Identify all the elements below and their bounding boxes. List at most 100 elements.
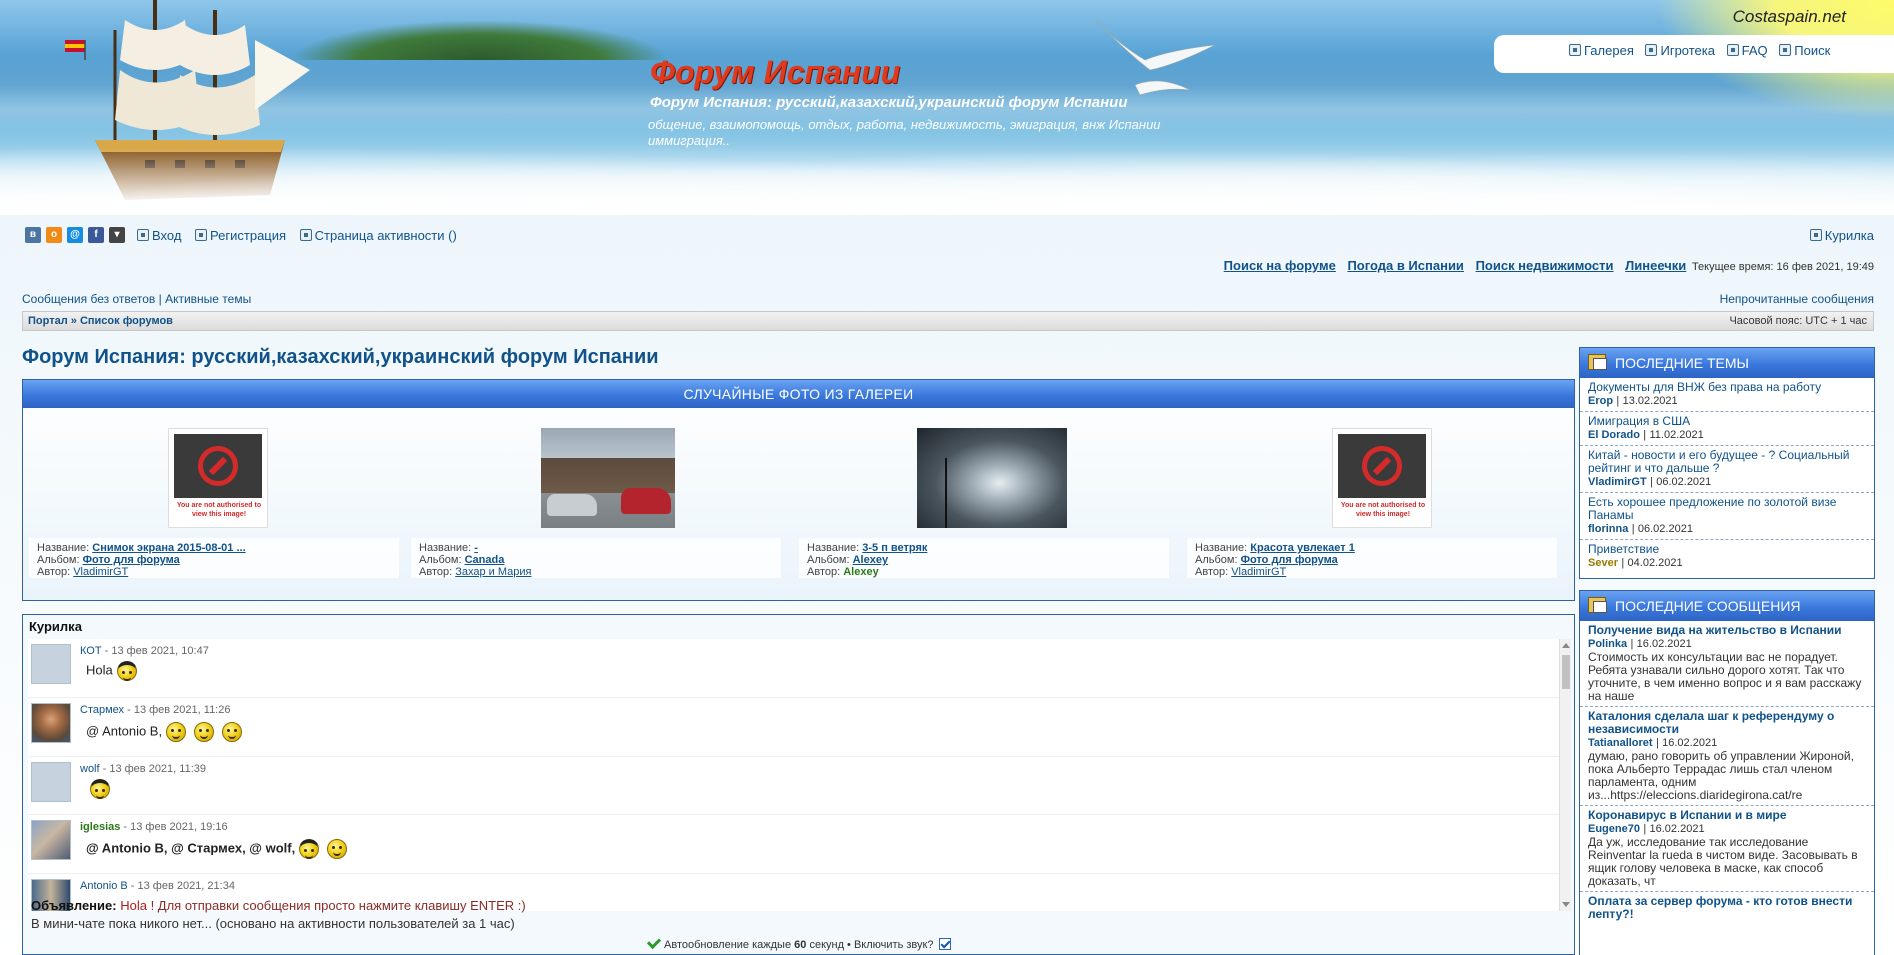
author-link[interactable]: VladimirGT xyxy=(73,566,128,578)
message-author[interactable]: wolf xyxy=(80,763,100,775)
games-link[interactable]: Игротека xyxy=(1660,43,1715,58)
author-link[interactable]: VladimirGT xyxy=(1231,566,1286,578)
message-body: Hola xyxy=(86,661,141,681)
photo-name-link[interactable]: Снимок экрана 2015-08-01 ... xyxy=(92,542,245,554)
post-title-link[interactable]: Коронавирус в Испании и в мире xyxy=(1588,809,1866,822)
album-link[interactable]: Alexey xyxy=(853,554,888,566)
gallery-thumbnail[interactable] xyxy=(917,428,1067,528)
post-title-link[interactable]: Оплата за сервер форума - кто готов внес… xyxy=(1588,895,1866,921)
realty-search-link[interactable]: Поиск недвижимости xyxy=(1476,258,1614,273)
avatar[interactable] xyxy=(31,820,71,860)
post-title-link[interactable]: Каталония сделала шаг к референдуму о не… xyxy=(1588,710,1866,736)
mail-icon[interactable]: @ xyxy=(67,227,83,243)
avatar[interactable] xyxy=(31,762,71,802)
post-author[interactable]: Polinka xyxy=(1588,638,1627,650)
topic-author[interactable]: Erop xyxy=(1588,395,1613,407)
post-title-link[interactable]: Получение вида на жительство в Испании xyxy=(1588,624,1866,637)
dropdown-icon[interactable]: ▾ xyxy=(109,227,125,243)
avatar[interactable] xyxy=(31,644,71,684)
latest-posts-title: ПОСЛЕДНИЕ СООБЩЕНИЯ xyxy=(1615,598,1801,614)
unread-posts-link[interactable]: Непрочитанные сообщения xyxy=(1720,292,1874,306)
sound-checkbox[interactable] xyxy=(938,938,951,950)
page-title[interactable]: Форум Испания: русский,казахский,украинс… xyxy=(22,346,659,369)
scroll-up-icon[interactable] xyxy=(1562,643,1570,648)
gallery-caption: Название: Снимок экрана 2015-08-01 ... А… xyxy=(29,538,399,578)
check-icon xyxy=(646,934,662,950)
scroll-down-icon[interactable] xyxy=(1562,902,1570,907)
chat-scrollbar[interactable] xyxy=(1559,639,1571,911)
photo-name-link[interactable]: - xyxy=(474,542,478,554)
post-item: Коронавирус в Испании и в мире Eugene70 … xyxy=(1580,806,1874,892)
message-meta: Стармех - 13 фев 2021, 11:26 xyxy=(80,704,230,716)
scroll-thumb[interactable] xyxy=(1562,655,1570,689)
author-link[interactable]: Захар и Мария xyxy=(455,566,531,578)
topic-title-link[interactable]: Есть хорошее предложение по золотой визе… xyxy=(1588,496,1866,522)
topic-author[interactable]: VladimirGT xyxy=(1588,476,1647,488)
search-link[interactable]: Поиск xyxy=(1794,43,1830,58)
car-shape xyxy=(621,488,671,514)
message-author[interactable]: Стармех xyxy=(80,704,124,716)
post-date: 16.02.2021 xyxy=(1636,638,1692,650)
register-link[interactable]: Регистрация xyxy=(210,228,286,243)
message-body xyxy=(86,779,114,799)
timezone-label: Часовой пояс: UTC + 1 час xyxy=(1729,315,1867,327)
photo-name-link[interactable]: 3-5 п ветряк xyxy=(862,542,927,554)
latest-posts-panel: ПОСЛЕДНИЕ СООБЩЕНИЯ Получение вида на жи… xyxy=(1579,590,1875,955)
album-link[interactable]: Фото для форума xyxy=(83,554,180,566)
posts-icon xyxy=(1588,597,1607,613)
topic-title-link[interactable]: Приветствие xyxy=(1588,543,1866,556)
login-link[interactable]: Вход xyxy=(152,228,181,243)
topic-item: Приветствие Sever | 04.02.2021 xyxy=(1580,540,1874,573)
topics-icon xyxy=(1588,354,1607,370)
breadcrumb-portal[interactable]: Портал xyxy=(28,315,68,327)
photo-name-link[interactable]: Красота увлекает 1 xyxy=(1250,542,1355,554)
post-author[interactable]: Tatianalloret xyxy=(1588,737,1653,749)
site-title[interactable]: Форум Испании xyxy=(650,54,900,91)
announce-text: ! Для отправки сообщения просто нажмите … xyxy=(146,898,526,913)
gallery-caption: Название: 3-5 п ветряк Альбом: Alexey Ав… xyxy=(799,538,1169,578)
avatar[interactable] xyxy=(31,703,71,743)
gallery-thumbnail[interactable] xyxy=(541,428,675,528)
facebook-icon[interactable]: f xyxy=(88,227,104,243)
message-text: @ Antonio B, xyxy=(86,723,163,739)
shoutbox-messages[interactable]: КОТ - 13 фев 2021, 10:47 Hola Стармех - … xyxy=(28,639,1571,911)
tickers-link[interactable]: Линеечки xyxy=(1625,258,1686,273)
author-link[interactable]: Alexey xyxy=(843,566,878,578)
gallery-item: Название: 3-5 п ветряк Альбом: Alexey Ав… xyxy=(799,408,1179,600)
weather-link[interactable]: Погода в Испании xyxy=(1347,258,1464,273)
faq-link[interactable]: FAQ xyxy=(1742,43,1768,58)
message-author[interactable]: Antonio B xyxy=(80,880,128,892)
gallery-link[interactable]: Галерея xyxy=(1584,43,1634,58)
topic-author[interactable]: El Dorado xyxy=(1588,429,1640,441)
brand-logo[interactable]: Costaspain.net xyxy=(1733,7,1846,27)
breadcrumb-forum-list[interactable]: Список форумов xyxy=(80,315,173,327)
message-meta: КОТ - 13 фев 2021, 10:47 xyxy=(80,645,209,657)
gallery-thumbnail[interactable]: You are not authorised to view this imag… xyxy=(1332,428,1432,528)
name-label: Название: xyxy=(1195,542,1248,554)
album-link[interactable]: Canada xyxy=(465,554,505,566)
activity-link[interactable]: Страница активности () xyxy=(315,228,457,243)
message-author[interactable]: КОТ xyxy=(80,645,102,657)
post-author[interactable]: Eugene70 xyxy=(1588,823,1640,835)
unanswered-active-links[interactable]: Сообщения без ответов | Активные темы xyxy=(22,292,251,306)
topic-author[interactable]: Sever xyxy=(1588,557,1618,569)
gallery-thumbnail[interactable]: You are not authorised to view this imag… xyxy=(168,428,268,528)
forum-search-link[interactable]: Поиск на форуме xyxy=(1224,258,1336,273)
message-meta: wolf - 13 фев 2021, 11:39 xyxy=(80,763,206,775)
message-author[interactable]: iglesias xyxy=(80,821,120,833)
odnoklassniki-icon[interactable]: о xyxy=(46,227,62,243)
topic-title-link[interactable]: Документы для ВНЖ без права на работу xyxy=(1588,381,1866,394)
search-icon xyxy=(1779,44,1792,56)
gallery-caption: Название: - Альбом: Canada Автор: Захар … xyxy=(411,538,781,578)
message-meta: Antonio B - 13 фев 2021, 21:34 xyxy=(80,880,235,892)
author-label: Автор: xyxy=(807,566,841,578)
topic-author[interactable]: florinna xyxy=(1588,523,1628,535)
album-link[interactable]: Фото для форума xyxy=(1241,554,1338,566)
topic-title-link[interactable]: Имиграция в США xyxy=(1588,415,1866,428)
breadcrumb-separator: » xyxy=(70,315,77,327)
topic-date: 13.02.2021 xyxy=(1622,395,1678,407)
topic-title-link[interactable]: Китай - новости и его будущее - ? Социал… xyxy=(1588,449,1866,475)
smoke-room-link[interactable]: Курилка xyxy=(1825,228,1874,243)
topic-date: 11.02.2021 xyxy=(1649,429,1704,441)
vk-icon[interactable]: в xyxy=(25,227,41,243)
